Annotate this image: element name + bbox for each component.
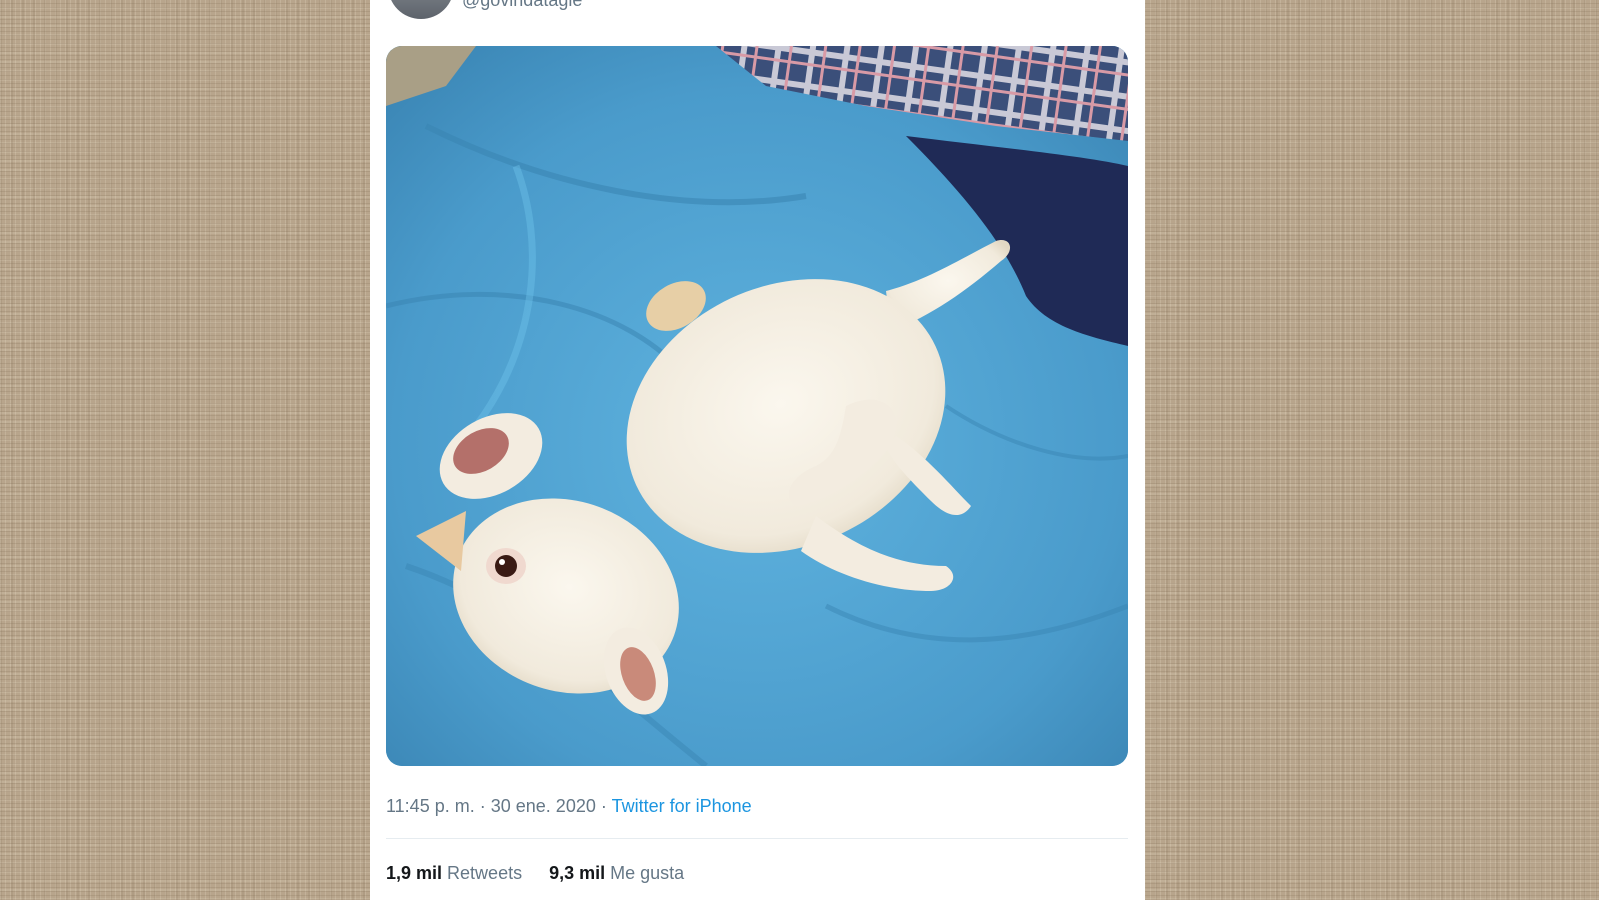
divider (386, 838, 1128, 839)
tweet-photo[interactable] (386, 46, 1128, 766)
likes-label: Me gusta (610, 863, 685, 883)
retweets-stat[interactable]: 1,9 mil Retweets (386, 862, 522, 884)
likes-stat[interactable]: 9,3 mil Me gusta (549, 862, 684, 884)
tweet-card: @govindatagle 11:45 p. m. · 30 ene. 2020… (370, 0, 1145, 900)
tweet-timestamp: 11:45 p. m. · 30 ene. 2020 · Twitter for… (386, 795, 752, 817)
tweet-time[interactable]: 11:45 p. m. (386, 796, 475, 816)
likes-count: 9,3 mil (549, 863, 606, 883)
retweets-label: Retweets (447, 863, 523, 883)
dog-photo-image (386, 46, 1128, 766)
tweet-date[interactable]: 30 ene. 2020 (491, 796, 596, 816)
tweet-source-link[interactable]: Twitter for iPhone (612, 796, 752, 816)
avatar[interactable] (388, 0, 454, 19)
user-handle[interactable]: @govindatagle (462, 0, 582, 11)
retweets-count: 1,9 mil (386, 863, 443, 883)
separator-dot: · (600, 796, 607, 816)
separator-dot: · (479, 796, 486, 816)
tweet-stats: 1,9 mil Retweets 9,3 mil Me gusta (386, 862, 684, 884)
